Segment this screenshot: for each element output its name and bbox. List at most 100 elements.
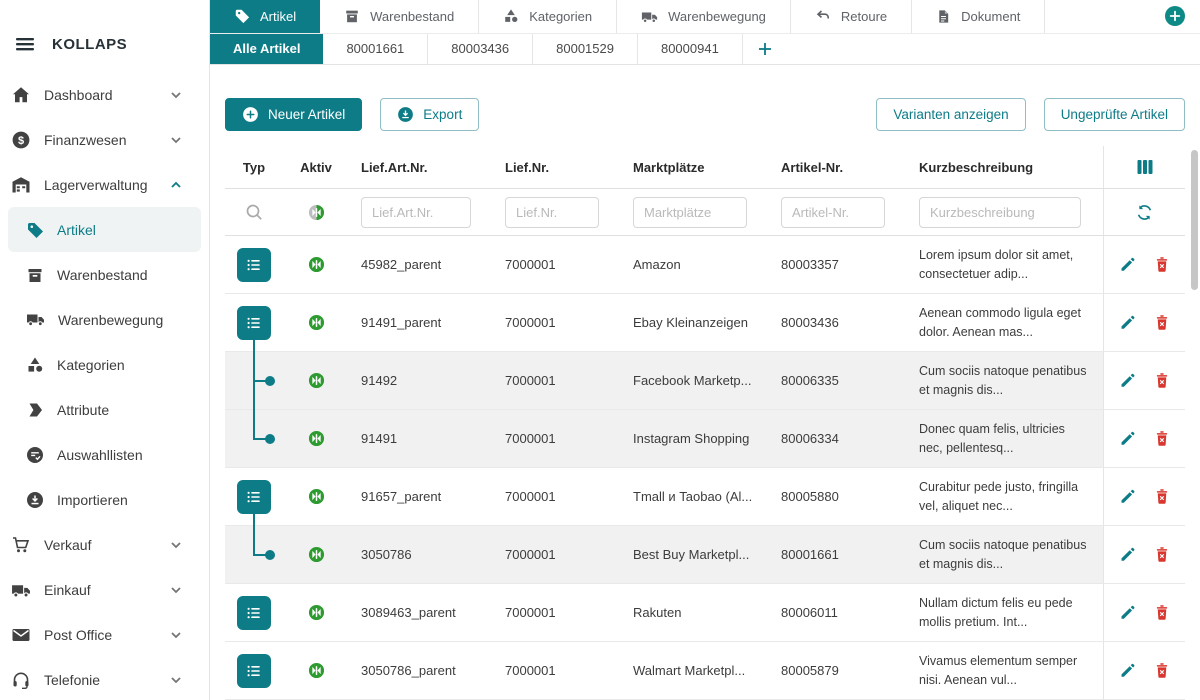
lief-nr-cell: 7000001 xyxy=(493,373,621,388)
article-list-button[interactable] xyxy=(237,248,271,282)
sidebar-item-einkauf[interactable]: Einkauf xyxy=(0,567,209,612)
filter-marktplaetze-input[interactable] xyxy=(633,197,747,228)
table-row[interactable]: 3089463_parent 7000001 Rakuten 80006011 … xyxy=(225,584,1185,642)
tree-node-dot xyxy=(265,550,275,560)
table-row[interactable]: 45982_parent 7000001 Amazon 80003357 Lor… xyxy=(225,236,1185,294)
unchecked-articles-button[interactable]: Ungeprüfte Artikel xyxy=(1044,98,1185,131)
vertical-scrollbar[interactable] xyxy=(1191,150,1198,290)
sidebar-item-kategorien[interactable]: Kategorien xyxy=(8,342,201,387)
truck-icon xyxy=(26,310,45,329)
subtab-alle-artikel[interactable]: Alle Artikel xyxy=(210,34,323,64)
edit-button[interactable] xyxy=(1117,428,1138,449)
filter-aktiv-toggle[interactable] xyxy=(283,204,349,221)
active-status-icon xyxy=(308,604,325,621)
table-row[interactable]: 91657_parent 7000001 Tmall и Taobao (Al.… xyxy=(225,468,1185,526)
column-settings-button[interactable] xyxy=(1133,156,1157,178)
active-status-toggle[interactable] xyxy=(283,488,349,505)
active-status-toggle[interactable] xyxy=(283,546,349,563)
tab-warenbestand[interactable]: Warenbestand xyxy=(320,0,479,33)
active-status-toggle[interactable] xyxy=(283,604,349,621)
sidebar-item-telefonie[interactable]: Telefonie xyxy=(0,657,209,700)
active-status-toggle[interactable] xyxy=(283,314,349,331)
chevron-down-icon xyxy=(169,583,183,597)
edit-button[interactable] xyxy=(1117,370,1138,391)
table-row[interactable]: 3050786_parent 7000001 Walmart Marketpl.… xyxy=(225,642,1185,700)
delete-button[interactable] xyxy=(1152,370,1172,391)
table-row[interactable]: 91492 7000001 Facebook Marketp... 800063… xyxy=(225,352,1185,410)
article-tabbar: Alle Artikel 80001661 80003436 80001529 … xyxy=(210,34,1200,65)
document-icon xyxy=(936,9,951,24)
subtab-article-3[interactable]: 80001529 xyxy=(533,34,638,64)
sidebar-item-post-office[interactable]: Post Office xyxy=(0,612,209,657)
article-list-button[interactable] xyxy=(237,480,271,514)
delete-button[interactable] xyxy=(1152,428,1172,449)
active-status-icon xyxy=(308,256,325,273)
edit-button[interactable] xyxy=(1117,312,1138,333)
add-circle-icon xyxy=(242,106,259,123)
tab-label: Warenbewegung xyxy=(668,9,766,24)
filter-lief-art-nr-input[interactable] xyxy=(361,197,471,228)
edit-button[interactable] xyxy=(1117,486,1138,507)
delete-button[interactable] xyxy=(1152,602,1172,623)
filter-typ[interactable] xyxy=(225,203,283,222)
delete-button[interactable] xyxy=(1152,544,1172,565)
active-status-toggle[interactable] xyxy=(283,662,349,679)
tab-dokument[interactable]: Dokument xyxy=(912,0,1045,33)
add-tab-button[interactable] xyxy=(1162,3,1188,29)
sidebar-item-verkauf[interactable]: Verkauf xyxy=(0,522,209,567)
new-article-button[interactable]: Neuer Artikel xyxy=(225,98,362,131)
active-status-icon xyxy=(308,314,325,331)
tab-kategorien[interactable]: Kategorien xyxy=(479,0,617,33)
subtab-article-1[interactable]: 80001661 xyxy=(323,34,428,64)
marktplatz-cell: Amazon xyxy=(621,257,769,272)
filter-kurzbeschreibung-input[interactable] xyxy=(919,197,1081,228)
chevron-down-icon xyxy=(169,673,183,687)
tab-artikel[interactable]: Artikel xyxy=(210,0,320,33)
hamburger-menu-icon[interactable] xyxy=(12,31,38,57)
tab-warenbewegung[interactable]: Warenbewegung xyxy=(617,0,791,33)
sidebar-item-auswahllisten[interactable]: Auswahllisten xyxy=(8,432,201,477)
tab-retoure[interactable]: Retoure xyxy=(791,0,912,33)
active-status-toggle[interactable] xyxy=(283,256,349,273)
filter-artikel-nr-input[interactable] xyxy=(781,197,885,228)
sidebar-item-lagerverwaltung[interactable]: Lagerverwaltung xyxy=(0,162,209,207)
edit-button[interactable] xyxy=(1117,602,1138,623)
sidebar-item-label: Attribute xyxy=(57,402,109,418)
delete-button[interactable] xyxy=(1152,486,1172,507)
subtab-article-2[interactable]: 80003436 xyxy=(428,34,533,64)
sidebar-item-finanzwesen[interactable]: $ Finanzwesen xyxy=(0,117,209,162)
edit-button[interactable] xyxy=(1117,660,1138,681)
delete-button[interactable] xyxy=(1152,312,1172,333)
lief-art-nr-cell: 91491_parent xyxy=(349,315,493,330)
lief-art-nr-cell: 91492 xyxy=(349,373,493,388)
add-article-tab-button[interactable] xyxy=(743,34,787,64)
filter-lief-nr-input[interactable] xyxy=(505,197,599,228)
edit-button[interactable] xyxy=(1117,254,1138,275)
tree-connector xyxy=(253,526,255,555)
show-variants-button[interactable]: Varianten anzeigen xyxy=(876,98,1025,131)
active-status-toggle[interactable] xyxy=(283,430,349,447)
sidebar-item-dashboard[interactable]: Dashboard xyxy=(0,72,209,117)
refresh-button[interactable] xyxy=(1133,201,1156,224)
active-status-toggle[interactable] xyxy=(283,372,349,389)
article-list-button[interactable] xyxy=(237,596,271,630)
article-list-button[interactable] xyxy=(237,654,271,688)
sidebar-item-artikel[interactable]: Artikel xyxy=(8,207,201,252)
lief-nr-cell: 7000001 xyxy=(493,257,621,272)
table-row[interactable]: 3050786 7000001 Best Buy Marketpl... 800… xyxy=(225,526,1185,584)
table-row[interactable]: 91491 7000001 Instagram Shopping 8000633… xyxy=(225,410,1185,468)
sidebar-item-attribute[interactable]: Attribute xyxy=(8,387,201,432)
edit-button[interactable] xyxy=(1117,544,1138,565)
articles-table: Typ Aktiv Lief.Art.Nr. Lief.Nr. Marktplä… xyxy=(225,146,1185,700)
sidebar-item-importieren[interactable]: Importieren xyxy=(8,477,201,522)
sidebar-item-warenbestand[interactable]: Warenbestand xyxy=(8,252,201,297)
sidebar-item-label: Auswahllisten xyxy=(57,447,143,463)
delete-button[interactable] xyxy=(1152,660,1172,681)
delete-button[interactable] xyxy=(1152,254,1172,275)
sidebar-item-label: Artikel xyxy=(57,222,96,238)
subtab-article-4[interactable]: 80000941 xyxy=(638,34,743,64)
article-list-button[interactable] xyxy=(237,306,271,340)
table-row[interactable]: 91491_parent 7000001 Ebay Kleinanzeigen … xyxy=(225,294,1185,352)
sidebar-item-warenbewegung[interactable]: Warenbewegung xyxy=(8,297,201,342)
export-button[interactable]: Export xyxy=(380,98,479,131)
